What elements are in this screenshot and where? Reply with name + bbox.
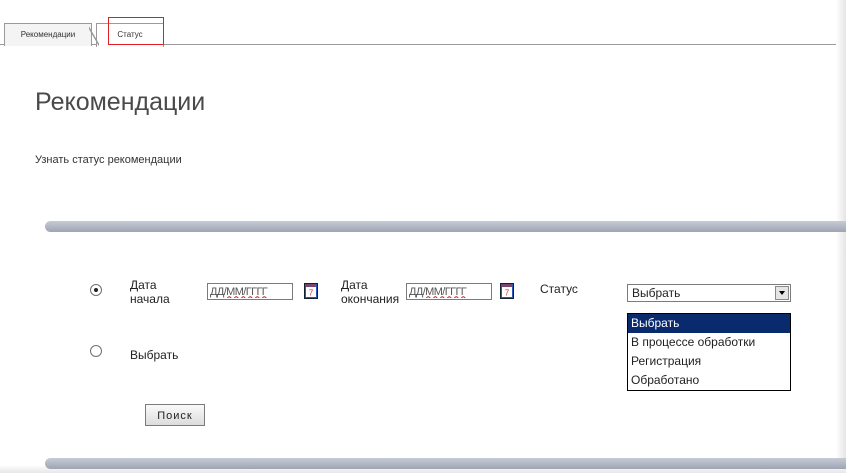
calendar-icon[interactable]: 7 bbox=[500, 283, 514, 299]
status-option[interactable]: Обработано bbox=[628, 371, 790, 390]
start-date-input[interactable] bbox=[207, 283, 293, 300]
section-divider-top bbox=[45, 221, 846, 232]
status-select[interactable]: Выбрать bbox=[627, 284, 791, 302]
svg-text:7: 7 bbox=[505, 289, 510, 298]
section-divider-bottom bbox=[45, 458, 846, 469]
end-date-input[interactable] bbox=[406, 283, 492, 300]
search-button[interactable]: Поиск bbox=[145, 404, 205, 426]
page-subtitle: Узнать статус рекомендации bbox=[35, 154, 182, 166]
status-dropdown-list: Выбрать В процессе обработки Регистрация… bbox=[627, 313, 791, 391]
tab-recommendations[interactable]: Рекомендации bbox=[4, 23, 92, 46]
status-select-value: Выбрать bbox=[632, 286, 681, 300]
status-option[interactable]: В процессе обработки bbox=[628, 333, 790, 352]
status-option[interactable]: Регистрация bbox=[628, 352, 790, 371]
status-label: Статус bbox=[540, 282, 578, 296]
calendar-icon[interactable]: 7 bbox=[304, 283, 318, 299]
chevron-down-icon[interactable] bbox=[775, 286, 789, 300]
start-date-label-line2: начала bbox=[130, 292, 170, 306]
end-date-label: Дата окончания bbox=[341, 278, 411, 306]
end-date-label-line1: Дата bbox=[341, 278, 368, 292]
svg-text:7: 7 bbox=[309, 289, 314, 298]
status-option[interactable]: Выбрать bbox=[628, 314, 790, 333]
radio-date-range[interactable] bbox=[90, 284, 102, 296]
window-edge-right bbox=[836, 0, 846, 473]
start-date-label-line1: Дата bbox=[130, 278, 157, 292]
page-title: Рекомендации bbox=[35, 88, 206, 116]
start-date-label: Дата начала bbox=[130, 278, 190, 306]
radio-choose[interactable] bbox=[90, 345, 102, 357]
tab-status[interactable]: Статус bbox=[89, 23, 164, 48]
end-date-label-line2: окончания bbox=[341, 292, 400, 306]
choose-label: Выбрать bbox=[130, 348, 179, 362]
